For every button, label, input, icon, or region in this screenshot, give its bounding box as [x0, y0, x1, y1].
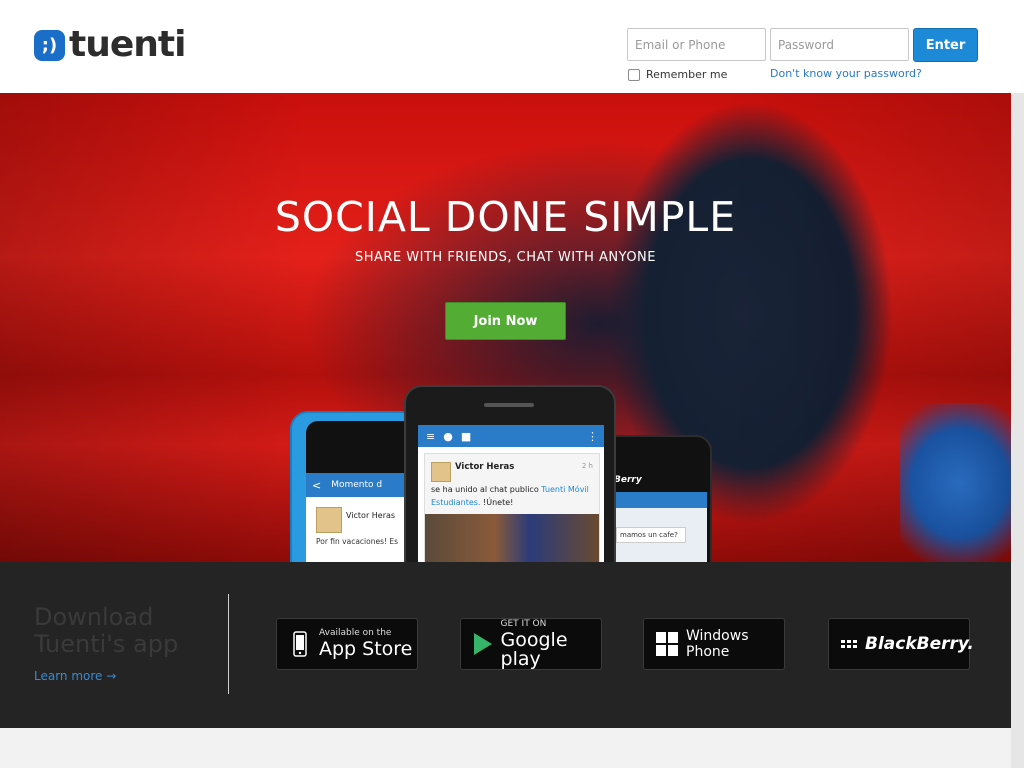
phone-left-screen: < Momento d Victor Heras Por fin vacacio… — [306, 473, 416, 562]
phone-right-brand: Berry — [614, 475, 642, 485]
phone-right-appbar — [612, 492, 707, 508]
windows-line1: Windows — [686, 628, 749, 644]
blackberry-label: BlackBerry. — [865, 633, 974, 654]
chat-bubble-icon: ● — [443, 429, 453, 443]
phone-left-appbar: < Momento d — [306, 473, 416, 497]
phone-right-image: Berry mamos un cafe? — [600, 435, 712, 562]
app-store-badge[interactable]: Available on the App Store — [276, 618, 418, 670]
join-now-button[interactable]: Join Now — [445, 302, 566, 340]
scrollbar[interactable] — [1011, 93, 1024, 768]
blackberry-badge[interactable]: BlackBerry. — [828, 618, 974, 670]
avatar — [316, 507, 342, 533]
feed-card-message: se ha unido al chat publico Tuenti Móvil… — [431, 483, 596, 509]
remember-checkbox[interactable] — [628, 68, 640, 81]
tuenti-logo[interactable]: ;) tuenti — [34, 24, 186, 65]
windows-phone-badge[interactable]: Windows Phone — [643, 618, 785, 670]
phone-left-top — [306, 421, 416, 473]
phone-center-screen: ≡ ● ■ ⋮ Victor Heras 2 h se ha unido al … — [418, 425, 604, 562]
logo-text: tuenti — [69, 24, 186, 65]
feed-message-suffix: !Únete! — [483, 498, 514, 507]
app-store-big: App Store — [319, 638, 413, 660]
inbox-icon: ■ — [460, 429, 472, 443]
hero-subtitle: SHARE WITH FRIENDS, CHAT WITH ANYONE — [354, 250, 656, 265]
phone-left-image: < Momento d Victor Heras Por fin vacacio… — [290, 411, 419, 562]
more-options-icon: ⋮ — [587, 429, 598, 443]
feed-card-photo — [425, 514, 599, 562]
iphone-icon — [289, 629, 311, 659]
feed-card: Victor Heras 2 h se ha unido al chat pub… — [424, 453, 600, 562]
remember-label: Remember me — [646, 68, 728, 81]
blackberry-logo-icon — [841, 640, 857, 648]
menu-icon: ≡ — [426, 429, 436, 443]
email-input[interactable] — [627, 28, 766, 61]
app-store-small: Available on the — [319, 628, 392, 638]
phone-center-appbar: ≡ ● ■ ⋮ — [418, 425, 604, 447]
phone-speaker — [484, 403, 534, 407]
divider — [228, 594, 229, 694]
top-header: ;) tuenti Enter Remember me Don't know y… — [0, 0, 1024, 93]
footer — [0, 728, 1011, 768]
google-play-small: GET IT ON — [500, 618, 547, 629]
download-app-section: Download Tuenti's app Learn more → Avail… — [0, 562, 1011, 728]
phone-left-post: Por fin vacaciones! Es — [316, 537, 399, 546]
feed-card-time: 2 h — [581, 462, 593, 470]
google-play-badge[interactable]: GET IT ON Google play — [460, 618, 602, 670]
phone-left-bar-title: Momento d — [331, 480, 383, 490]
enter-button[interactable]: Enter — [913, 28, 978, 62]
google-play-big: Google play — [500, 628, 568, 670]
feed-card-user: Victor Heras — [455, 462, 515, 472]
windows-line2: Phone — [686, 644, 730, 660]
feed-message-text: se ha unido al chat publico — [431, 485, 539, 494]
tuenti-logo-mark-icon: ;) — [34, 29, 65, 61]
password-input[interactable] — [770, 28, 909, 61]
google-play-icon — [473, 629, 493, 659]
back-arrow-icon: < — [312, 478, 322, 492]
phone-left-user: Victor Heras — [346, 511, 396, 520]
download-title: Download Tuenti's app — [34, 603, 179, 658]
phone-right-bubble: mamos un cafe? — [616, 527, 686, 543]
windows-logo-icon — [656, 629, 678, 659]
hero-title: SOCIAL DONE SIMPLE — [274, 193, 737, 241]
learn-more-link[interactable]: Learn more → — [34, 669, 116, 683]
forgot-password-link[interactable]: Don't know your password? — [770, 67, 922, 80]
phone-center-image: ≡ ● ■ ⋮ Victor Heras 2 h se ha unido al … — [404, 385, 616, 562]
avatar — [431, 462, 451, 482]
remember-me[interactable]: Remember me — [628, 68, 727, 81]
hero-banner: SOCIAL DONE SIMPLE SHARE WITH FRIENDS, C… — [0, 93, 1011, 562]
